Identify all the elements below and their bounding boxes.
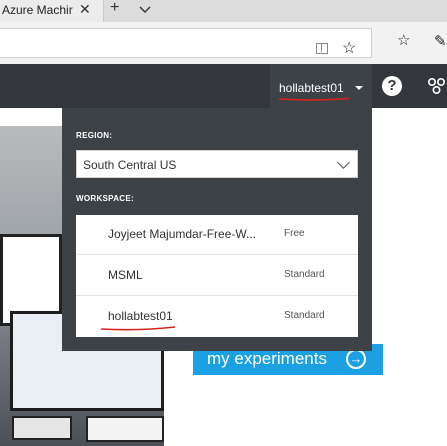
browser-tab-bar: Azure Machir ✕ + (0, 0, 447, 22)
app-header: hollabtest01 ? (0, 64, 447, 108)
workspace-item[interactable]: Joyjeet Majumdar-Free-W... Free (76, 215, 358, 255)
favorite-star-icon[interactable]: ☆ (342, 38, 356, 58)
arrow-right-icon: → (346, 349, 366, 369)
workspace-tier: Standard (284, 269, 325, 280)
address-bar[interactable]: ☆ (0, 28, 372, 58)
workspace-menu-button[interactable]: hollabtest01 (270, 64, 372, 108)
tab-title: Azure Machir (2, 3, 73, 17)
workspace-dropdown: REGION: South Central US WORKSPACE: Joyj… (62, 108, 372, 351)
workspace-list: Joyjeet Majumdar-Free-W... Free MSML Sta… (76, 215, 358, 337)
reading-view-icon[interactable] (316, 43, 328, 54)
annotation-underline (278, 97, 350, 101)
workspace-label: WORKSPACE: (76, 194, 134, 203)
user-name: hollabtest01 (279, 81, 344, 95)
pen-icon[interactable]: ✎ (434, 32, 447, 50)
chevron-down-icon[interactable] (138, 2, 152, 16)
chevron-down-icon (337, 156, 350, 169)
workspace-name: MSML (108, 268, 143, 282)
region-label: REGION: (76, 131, 113, 140)
screen: Azure Machir ✕ + ☆ ☆ ✎ hollabtest01 ? my… (0, 0, 447, 446)
workspace-name: hollabtest01 (108, 309, 173, 323)
region-value: South Central US (83, 158, 177, 172)
hero-thumbnail (12, 416, 72, 440)
browser-toolbar: ☆ ☆ ✎ (0, 22, 447, 64)
workspace-tier: Free (284, 228, 305, 239)
workspace-tier: Standard (284, 310, 325, 321)
annotation-underline (100, 326, 176, 331)
region-select[interactable]: South Central US (76, 150, 358, 178)
workspace-item[interactable]: MSML Standard (76, 256, 358, 296)
help-icon[interactable]: ? (382, 76, 402, 96)
people-icon[interactable] (425, 76, 447, 98)
my-experiments-label: my experiments (207, 349, 327, 368)
new-tab-icon[interactable]: + (110, 0, 119, 17)
browser-tab[interactable]: Azure Machir ✕ (0, 0, 104, 22)
workspace-name: Joyjeet Majumdar-Free-W... (108, 227, 257, 241)
hero-thumbnail (86, 416, 164, 442)
workspace-item[interactable]: hollabtest01 Standard (76, 297, 358, 337)
close-icon[interactable]: ✕ (79, 1, 91, 18)
favorites-hub-icon[interactable]: ☆ (397, 31, 410, 49)
caret-down-icon (355, 86, 363, 90)
